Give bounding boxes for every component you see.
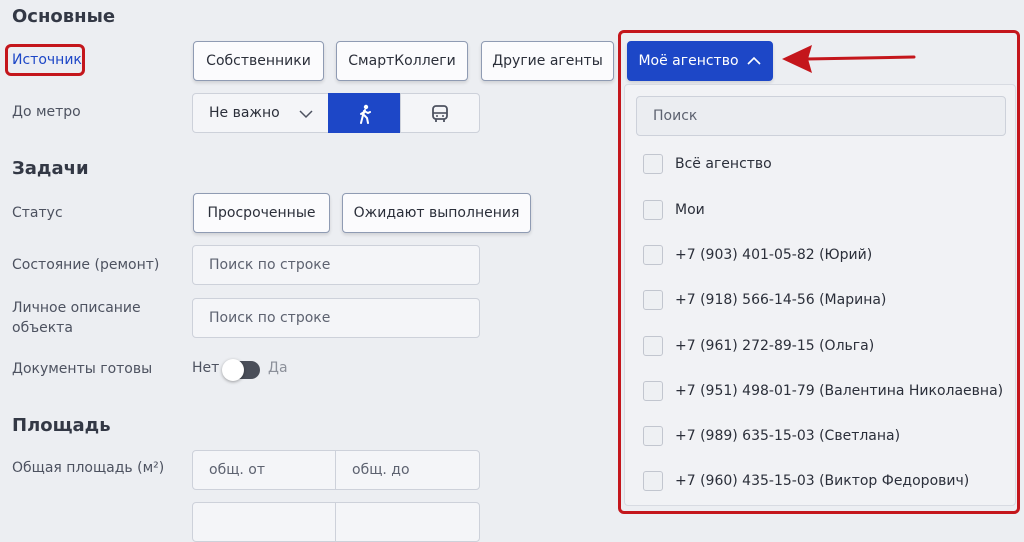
option-label: Мои — [675, 202, 705, 218]
dropdown-option-agent[interactable]: +7 (961) 272-89-15 (Ольга) — [643, 334, 874, 358]
dropdown-option-agent[interactable]: +7 (918) 566-14-56 (Марина) — [643, 288, 886, 312]
option-label: +7 (960) 435-15-03 (Виктор Федорович) — [675, 473, 970, 489]
dropdown-search-input[interactable]: Поиск — [636, 96, 1006, 136]
dropdown-option-agent[interactable]: +7 (960) 435-15-03 (Виктор Федорович) — [643, 469, 969, 493]
total-area-label: Общая площадь (м²) — [12, 460, 165, 476]
description-label-line2: объекта — [12, 320, 73, 336]
condition-search-input[interactable]: Поиск по строке — [192, 245, 480, 285]
source-label: Источник — [12, 52, 82, 68]
description-label-line1: Личное описание — [12, 300, 141, 316]
total-area-from-input[interactable]: общ. от — [192, 450, 337, 490]
toggle-knob — [222, 359, 244, 381]
metro-select-value: Не важно — [209, 105, 280, 121]
condition-label: Состояние (ремонт) — [12, 257, 160, 273]
option-label: Всё агенство — [675, 156, 772, 172]
option-label: +7 (918) 566-14-56 (Марина) — [675, 292, 887, 308]
checkbox[interactable] — [643, 154, 663, 174]
description-search-input[interactable]: Поиск по строке — [192, 298, 480, 338]
source-owners-button[interactable]: Собственники — [193, 41, 324, 81]
documents-toggle[interactable] — [222, 359, 260, 381]
section-title-tasks: Задачи — [12, 158, 89, 179]
condition-search-placeholder: Поиск по строке — [209, 257, 331, 273]
bus-icon — [432, 105, 448, 122]
total-area-to-placeholder: общ. до — [352, 462, 410, 478]
section-title-area: Площадь — [12, 415, 111, 436]
dropdown-option-mine[interactable]: Мои — [643, 198, 705, 222]
arrow-pointer-icon — [782, 45, 916, 73]
source-smart-colleagues-button[interactable]: СмартКоллеги — [336, 41, 468, 81]
metro-select[interactable]: Не важно — [192, 93, 329, 133]
metro-walk-toggle[interactable] — [328, 93, 401, 133]
source-my-agency-button[interactable]: Моё агенство — [627, 41, 773, 81]
checkbox[interactable] — [643, 336, 663, 356]
status-label: Статус — [12, 205, 63, 221]
walk-icon — [360, 104, 371, 124]
checkbox[interactable] — [643, 245, 663, 265]
checkbox[interactable] — [643, 471, 663, 491]
total-area-from-placeholder: общ. от — [209, 462, 266, 478]
chevron-down-icon — [299, 110, 313, 119]
documents-label: Документы готовы — [12, 361, 153, 377]
partial-row-label — [12, 511, 152, 520]
option-label: +7 (961) 272-89-15 (Ольга) — [675, 338, 875, 354]
dropdown-option-agent[interactable]: +7 (951) 498-01-79 (Валентина Николаевна… — [643, 379, 1003, 403]
checkbox[interactable] — [643, 381, 663, 401]
dropdown-search-placeholder: Поиск — [653, 108, 698, 124]
partial-row-from-input[interactable] — [192, 502, 337, 542]
status-overdue-button[interactable]: Просроченные — [193, 193, 330, 233]
documents-off-label: Нет — [192, 360, 220, 376]
agency-dropdown-panel: Поиск Всё агенство Мои +7 (903) 401-05-8… — [624, 84, 1016, 506]
metro-transport-toggle[interactable] — [400, 93, 480, 133]
my-agency-label: Моё агенство — [638, 53, 739, 69]
description-search-placeholder: Поиск по строке — [209, 310, 331, 326]
option-label: +7 (903) 401-05-82 (Юрий) — [675, 247, 873, 263]
status-pending-button[interactable]: Ожидают выполнения — [342, 193, 531, 233]
option-label: +7 (951) 498-01-79 (Валентина Николаевна… — [675, 383, 1004, 399]
checkbox[interactable] — [643, 290, 663, 310]
documents-on-label: Да — [268, 360, 288, 376]
checkbox[interactable] — [643, 200, 663, 220]
option-label: +7 (989) 635-15-03 (Светлана) — [675, 428, 901, 444]
source-other-agents-button[interactable]: Другие агенты — [481, 41, 614, 81]
description-label: Личное описание объекта — [12, 298, 141, 338]
dropdown-option-agent[interactable]: +7 (989) 635-15-03 (Светлана) — [643, 424, 900, 448]
partial-row-to-input[interactable] — [335, 502, 480, 542]
checkbox[interactable] — [643, 426, 663, 446]
metro-label: До метро — [12, 104, 81, 120]
dropdown-option-agent[interactable]: +7 (903) 401-05-82 (Юрий) — [643, 243, 872, 267]
dropdown-option-all-agency[interactable]: Всё агенство — [643, 152, 772, 176]
total-area-to-input[interactable]: общ. до — [335, 450, 480, 490]
chevron-up-icon — [746, 56, 761, 65]
section-title-main: Основные — [12, 6, 116, 27]
